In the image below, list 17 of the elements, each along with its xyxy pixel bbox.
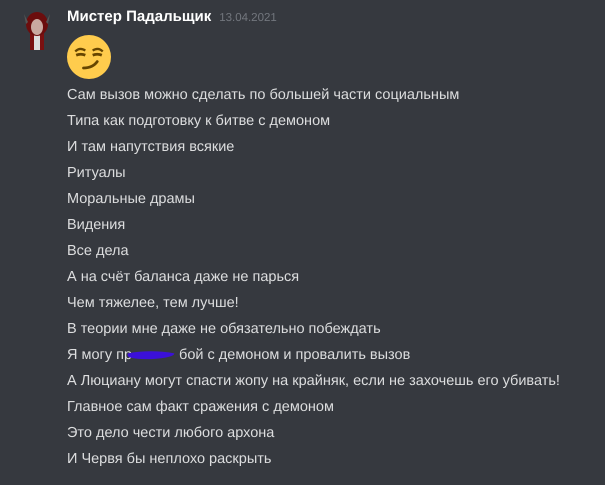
message-line: Типа как подготовку к битве с демоном	[67, 112, 330, 131]
message-line: А на счёт баланса даже не парься	[67, 268, 300, 287]
message-line: Это дело чести любого архона	[67, 424, 274, 443]
message-line: Видения	[67, 216, 126, 235]
username[interactable]: Мистер Падальщик	[67, 8, 212, 25]
message-line: Моральные драмы	[67, 190, 195, 209]
message-line: Ритуалы	[67, 164, 126, 183]
message-line: А Люциану могут спасти жопу на крайняк, если не захочешь его убивать!	[67, 372, 560, 391]
message-text: бой с демоном и провалить вызов	[179, 346, 410, 365]
timestamp: 13.04.2021	[219, 12, 277, 24]
message-line: Главное сам факт сражения с демоном	[67, 398, 334, 417]
message-line: И там напутствия всякие	[67, 138, 234, 157]
message-line: Чем тяжелее, тем лучше!	[67, 294, 239, 313]
message-line: Сам вызов можно сделать по большей части социальным	[67, 86, 460, 105]
message-line: Все дела	[67, 242, 129, 261]
message-line: И Червя бы неплохо раскрыть	[67, 450, 272, 469]
message-line: В теории мне даже не обязательно побеждать	[67, 320, 381, 339]
